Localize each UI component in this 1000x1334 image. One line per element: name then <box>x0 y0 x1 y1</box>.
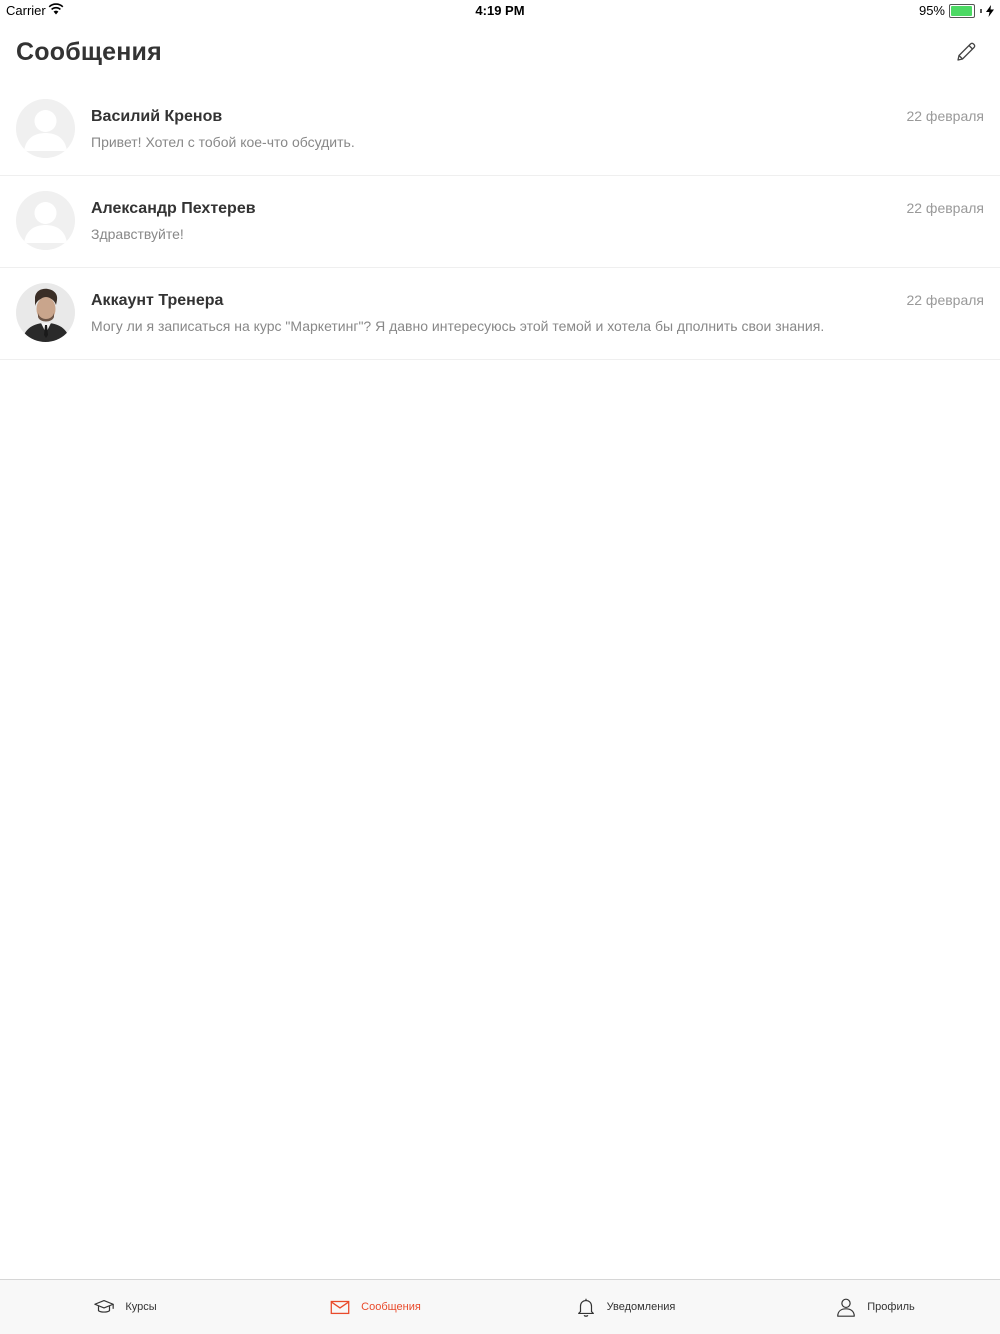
conversation-row[interactable]: Василий Кренов Привет! Хотел с тобой кое… <box>0 84 1000 176</box>
battery-status: 95% <box>919 3 994 18</box>
message-preview: Привет! Хотел с тобой кое-что обсудить. <box>91 134 355 150</box>
avatar <box>16 283 75 342</box>
status-bar: Carrier 4:19 PM 95% <box>0 0 1000 20</box>
default-avatar-icon <box>16 99 75 158</box>
message-date: 22 февраля <box>906 200 984 216</box>
tab-label: Сообщения <box>361 1301 421 1313</box>
conversation-row[interactable]: Аккаунт Тренера Могу ли я записаться на … <box>0 268 1000 360</box>
conversation-list: Василий Кренов Привет! Хотел с тобой кое… <box>0 84 1000 360</box>
tab-profile[interactable]: Профиль <box>750 1280 1000 1334</box>
tab-label: Уведомления <box>606 1301 676 1313</box>
clock: 4:19 PM <box>475 3 525 18</box>
default-avatar-icon <box>16 191 75 250</box>
battery-icon <box>949 3 975 18</box>
battery-percent: 95% <box>918 3 945 18</box>
contact-name: Василий Кренов <box>91 108 223 125</box>
photo-avatar-icon <box>16 283 75 342</box>
tab-courses[interactable]: Курсы <box>0 1280 250 1334</box>
contact-name: Александр Пехтерев <box>91 200 256 217</box>
page-title: Сообщения <box>16 38 162 66</box>
message-date: 22 февраля <box>906 292 984 308</box>
header: Сообщения <box>0 30 1000 80</box>
tab-notifications[interactable]: Уведомления <box>500 1280 750 1334</box>
tab-bar: Курсы Сообщения Уведомления Профиль <box>0 1279 1000 1334</box>
tab-messages[interactable]: Сообщения <box>250 1280 500 1334</box>
contact-name: Аккаунт Тренера <box>91 292 224 309</box>
envelope-icon <box>330 1300 350 1315</box>
avatar <box>16 99 75 158</box>
avatar <box>16 191 75 250</box>
tab-label: Курсы <box>125 1301 157 1313</box>
message-preview: Здравствуйте! <box>91 226 184 242</box>
tab-label: Профиль <box>867 1301 915 1313</box>
message-preview: Могу ли я записаться на курс "Маркетинг"… <box>91 318 825 334</box>
pencil-icon[interactable] <box>954 40 978 64</box>
message-date: 22 февраля <box>906 108 984 124</box>
graduation-cap-icon <box>94 1299 115 1313</box>
charging-icon <box>986 4 994 17</box>
bell-icon <box>577 1298 594 1317</box>
user-icon <box>837 1298 856 1317</box>
conversation-row[interactable]: Александр Пехтерев Здравствуйте! 22 февр… <box>0 176 1000 268</box>
